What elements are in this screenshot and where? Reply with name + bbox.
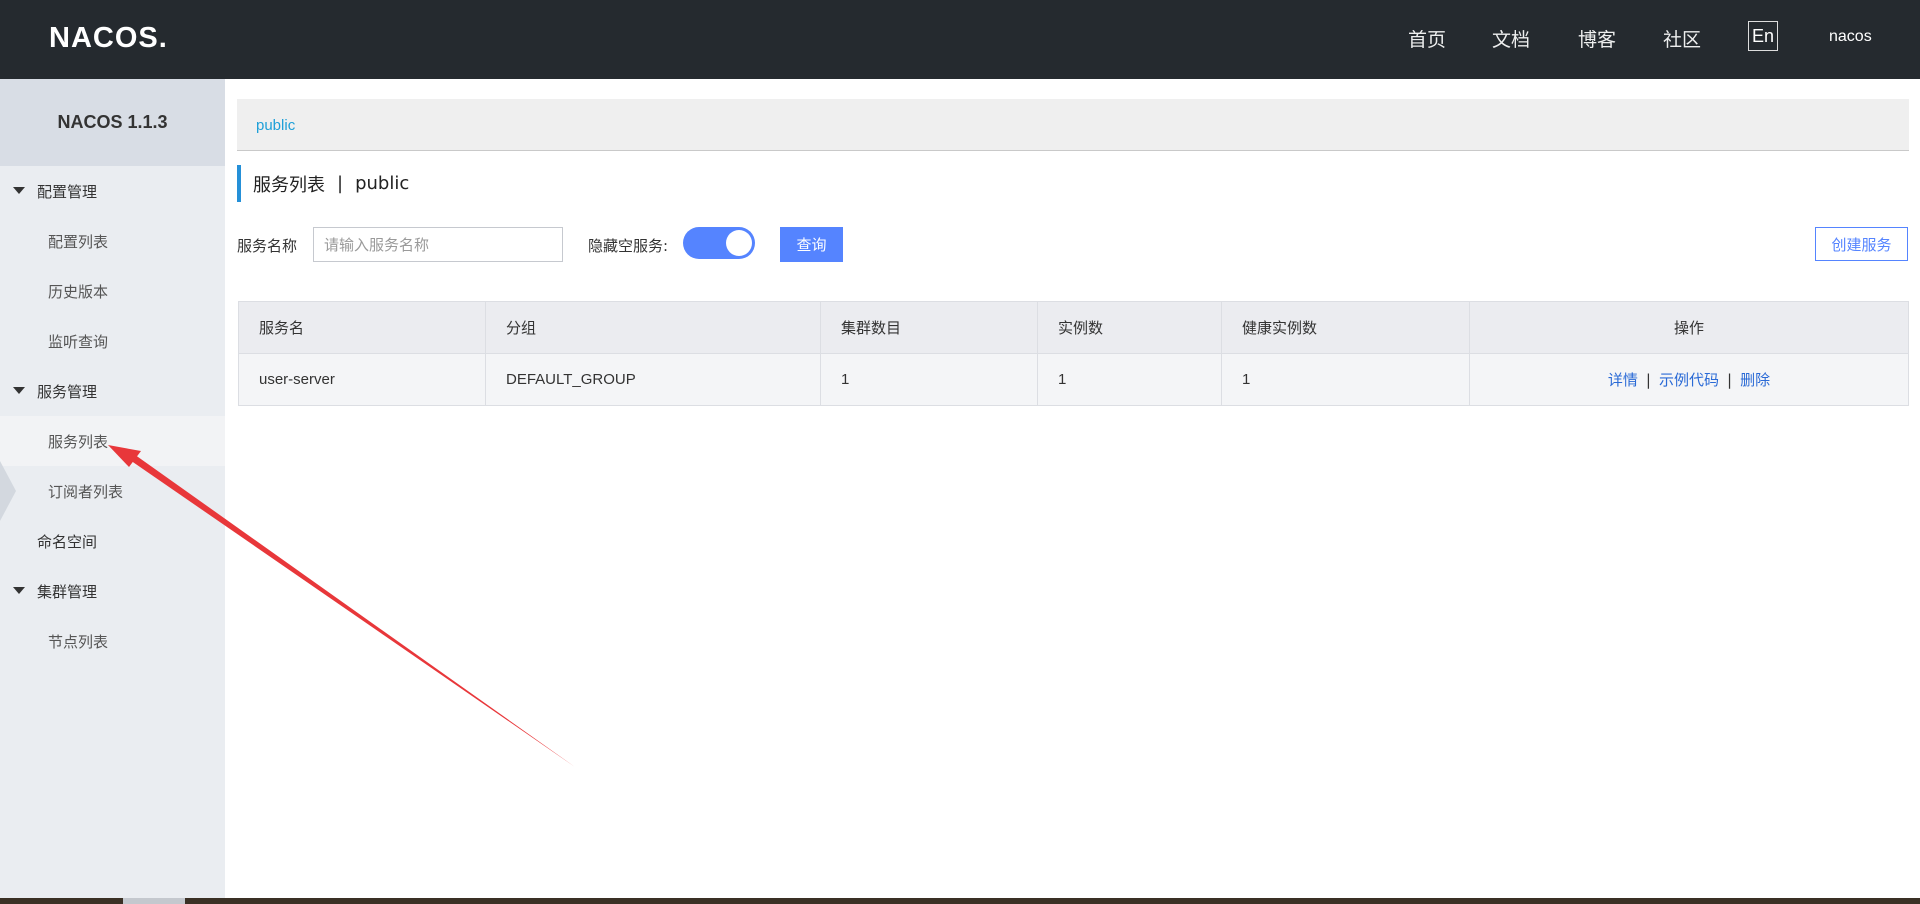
sidebar-item-service-list[interactable]: 服务列表 bbox=[0, 416, 225, 466]
cell-actions: 详情 | 示例代码 | 删除 bbox=[1469, 353, 1909, 406]
sidebar-item-label: 订阅者列表 bbox=[48, 482, 124, 501]
sample-code-link[interactable]: 示例代码 bbox=[1659, 371, 1719, 389]
page-title: 服务列表 | public bbox=[237, 165, 409, 202]
create-service-button[interactable]: 创建服务 bbox=[1815, 227, 1908, 261]
table-row: user-server DEFAULT_GROUP 1 1 1 详情 | 示例代码 |… bbox=[238, 353, 1909, 406]
sidebar-title: NACOS 1.1.3 bbox=[0, 79, 225, 166]
column-header-actions: 操作 bbox=[1469, 301, 1909, 354]
column-header-clusters[interactable]: 集群数目 bbox=[820, 301, 1038, 354]
page-title-namespace: public bbox=[355, 173, 410, 194]
sidebar-group-label: 服务管理 bbox=[37, 382, 98, 401]
user-name[interactable]: nacos bbox=[1829, 28, 1872, 46]
sidebar-item-label: 历史版本 bbox=[48, 282, 109, 301]
language-switch-button[interactable]: En bbox=[1748, 21, 1778, 51]
sidebar-group-label: 配置管理 bbox=[37, 182, 98, 201]
column-header-instances[interactable]: 实例数 bbox=[1037, 301, 1222, 354]
query-button[interactable]: 查询 bbox=[780, 227, 843, 262]
sidebar-item-label: 节点列表 bbox=[48, 632, 109, 651]
caret-down-icon bbox=[13, 587, 25, 594]
hide-empty-toggle[interactable] bbox=[683, 227, 755, 259]
nav-docs[interactable]: 文档 bbox=[1492, 25, 1530, 52]
cell-healthy: 1 bbox=[1221, 353, 1470, 406]
svg-text:NACOS.: NACOS. bbox=[49, 22, 168, 52]
hide-empty-label: 隐藏空服务: bbox=[588, 237, 669, 255]
caret-down-icon bbox=[13, 387, 25, 394]
column-header-group[interactable]: 分组 bbox=[485, 301, 821, 354]
service-name-input[interactable] bbox=[313, 227, 563, 262]
cell-group: DEFAULT_GROUP bbox=[485, 353, 821, 406]
sidebar-item-namespace[interactable]: 命名空间 bbox=[0, 516, 225, 566]
horizontal-scrollbar[interactable] bbox=[123, 898, 185, 904]
cell-clusters: 1 bbox=[820, 353, 1038, 406]
sidebar-item-label: 配置列表 bbox=[48, 232, 109, 251]
sidebar-item-label: 命名空间 bbox=[37, 532, 98, 551]
bottom-strip bbox=[0, 898, 1920, 904]
column-header-healthy[interactable]: 健康实例数 bbox=[1221, 301, 1470, 354]
sidebar: NACOS 1.1.3 配置管理 配置列表 历史版本 监听查询 服务管理 服务列… bbox=[0, 79, 225, 904]
table-header-row: 服务名 分组 集群数目 实例数 健康实例数 操作 bbox=[238, 301, 1909, 354]
sidebar-group-label: 集群管理 bbox=[37, 582, 98, 601]
sidebar-item-subscribers[interactable]: 订阅者列表 bbox=[0, 466, 225, 516]
breadcrumb-namespace[interactable]: public bbox=[256, 117, 295, 134]
page-title-separator: | bbox=[337, 173, 344, 194]
sidebar-item-node-list[interactable]: 节点列表 bbox=[0, 616, 225, 666]
service-name-label: 服务名称 bbox=[237, 237, 298, 255]
nacos-logo-icon: NACOS. bbox=[49, 22, 168, 52]
action-separator: | bbox=[1727, 371, 1733, 389]
column-header-service-name[interactable]: 服务名 bbox=[238, 301, 486, 354]
toggle-knob bbox=[726, 230, 752, 256]
cell-instances: 1 bbox=[1037, 353, 1222, 406]
sidebar-item-listener-query[interactable]: 监听查询 bbox=[0, 316, 225, 366]
cell-service-name: user-server bbox=[238, 353, 486, 406]
detail-link[interactable]: 详情 bbox=[1608, 371, 1638, 389]
service-table: 服务名 分组 集群数目 实例数 健康实例数 操作 user-server DEF… bbox=[238, 301, 1909, 406]
nav-community[interactable]: 社区 bbox=[1663, 25, 1701, 52]
delete-link[interactable]: 删除 bbox=[1740, 371, 1770, 389]
action-separator: | bbox=[1645, 371, 1651, 389]
sidebar-item-history[interactable]: 历史版本 bbox=[0, 266, 225, 316]
sidebar-item-label: 服务列表 bbox=[48, 432, 109, 451]
caret-down-icon bbox=[13, 187, 25, 194]
sidebar-group-service[interactable]: 服务管理 bbox=[0, 371, 225, 411]
nacos-logo[interactable]: NACOS. bbox=[49, 20, 169, 52]
nav-home[interactable]: 首页 bbox=[1408, 25, 1446, 52]
sidebar-item-config-list[interactable]: 配置列表 bbox=[0, 216, 225, 266]
sidebar-group-cluster[interactable]: 集群管理 bbox=[0, 571, 225, 611]
sidebar-item-label: 监听查询 bbox=[48, 332, 109, 351]
page-title-text: 服务列表 bbox=[253, 174, 325, 196]
nav-blog[interactable]: 博客 bbox=[1578, 25, 1616, 52]
sidebar-group-config[interactable]: 配置管理 bbox=[0, 171, 225, 211]
top-navbar: NACOS. 首页 文档 博客 社区 En nacos bbox=[0, 0, 1920, 79]
breadcrumb: public bbox=[237, 99, 1909, 151]
